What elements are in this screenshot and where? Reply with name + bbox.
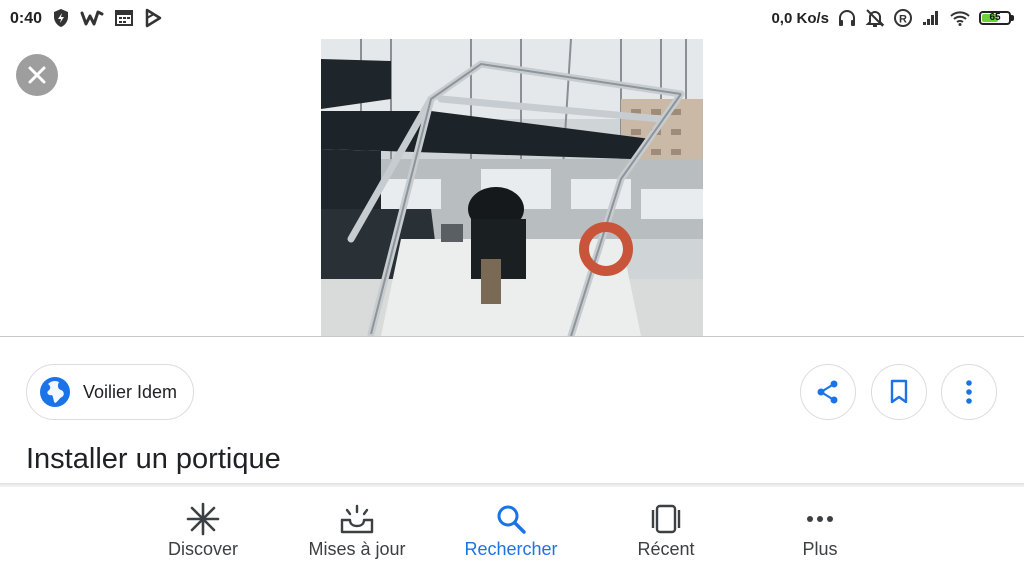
image-divider (0, 336, 1024, 337)
battery-indicator: 65 (979, 11, 1014, 25)
asterisk-icon (186, 502, 220, 536)
w-app-icon (80, 10, 104, 26)
registered-icon: R (894, 9, 912, 27)
nav-label-recent: Récent (637, 539, 695, 559)
wifi-icon (950, 11, 970, 26)
signal-icon (923, 11, 938, 25)
shield-icon (54, 9, 68, 27)
close-icon (28, 66, 46, 84)
sailboat-photo (321, 39, 703, 336)
status-right: 0,0 Ko/s R 65 (771, 8, 1014, 28)
share-icon (817, 380, 838, 404)
calendar-icon (115, 10, 133, 26)
source-chip[interactable]: Voilier Idem (26, 364, 195, 420)
battery-tip (1011, 15, 1014, 21)
battery-icon: 65 (979, 11, 1011, 25)
battery-level: 65 (989, 12, 1001, 23)
nav-search[interactable]: Rechercher (441, 501, 581, 560)
bookmark-icon (890, 379, 908, 404)
nav-label-updates: Mises à jour (308, 539, 406, 559)
nav-label-search: Rechercher (464, 539, 558, 559)
nav-label-discover: Discover (167, 539, 238, 559)
notification-icons (52, 8, 162, 28)
recent-cards-icon (651, 504, 681, 534)
globe-icon (40, 377, 70, 407)
save-button[interactable] (871, 364, 927, 420)
more-vertical-icon (966, 380, 972, 404)
close-button[interactable] (16, 54, 58, 96)
nav-more[interactable]: Plus (750, 501, 890, 560)
result-image[interactable] (321, 39, 703, 336)
headphones-icon (839, 10, 855, 26)
network-speed: 0,0 Ko/s (771, 9, 829, 27)
result-title[interactable]: Installer un portique (26, 443, 281, 476)
more-horizontal-icon (807, 516, 833, 522)
more-options-button[interactable] (941, 364, 997, 420)
source-name: Voilier Idem (83, 381, 178, 402)
search-icon (497, 505, 526, 534)
svg-text:R: R (899, 14, 907, 26)
nav-updates[interactable]: Mises à jour (287, 501, 427, 560)
notifications-off-icon (865, 9, 885, 27)
share-button[interactable] (800, 364, 856, 420)
status-bar: 0:40 0,0 Ko/s R 65 (0, 0, 1024, 38)
nav-recent[interactable]: Récent (596, 501, 736, 560)
updates-inbox-icon (340, 504, 374, 534)
bottom-navigation: Discover Mises à jour Rechercher Récent … (0, 487, 1024, 576)
status-time: 0:40 (10, 10, 43, 27)
play-store-icon (145, 8, 162, 28)
nav-discover[interactable]: Discover (133, 501, 273, 560)
nav-label-more: Plus (802, 539, 838, 559)
